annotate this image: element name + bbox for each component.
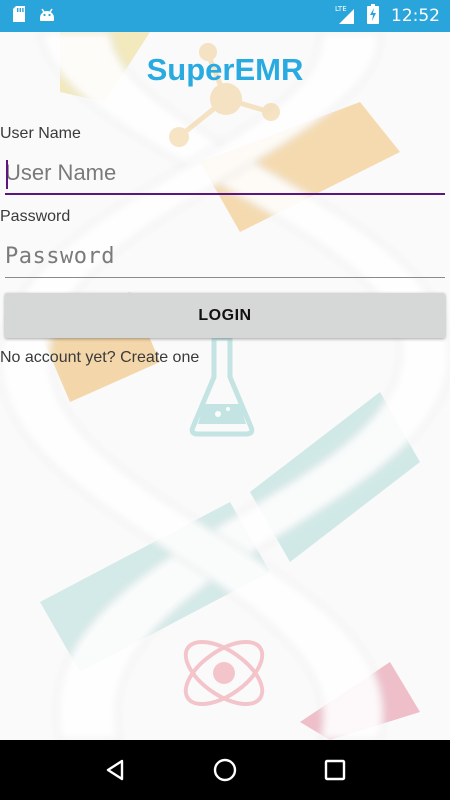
status-system: LTE 12:52	[335, 3, 440, 29]
create-account-link[interactable]: No account yet? Create one	[0, 349, 199, 367]
android-icon	[38, 6, 56, 27]
battery-charging-icon	[367, 3, 379, 29]
status-notifications	[12, 5, 56, 28]
home-icon	[213, 758, 237, 782]
username-input[interactable]	[5, 155, 445, 195]
back-icon	[106, 759, 124, 781]
recents-button[interactable]	[310, 745, 360, 795]
sd-card-icon	[12, 5, 26, 28]
status-bar: LTE 12:52	[0, 0, 450, 32]
svg-text:LTE: LTE	[335, 5, 347, 13]
app-title: SuperEMR	[146, 52, 304, 87]
status-time: 12:52	[391, 6, 440, 26]
login-button[interactable]: LOGIN	[5, 293, 445, 338]
home-button[interactable]	[200, 745, 250, 795]
signal-icon: LTE	[335, 4, 355, 29]
flask-icon	[189, 332, 255, 437]
password-input[interactable]	[5, 238, 445, 278]
back-button[interactable]	[90, 745, 140, 795]
navigation-bar	[0, 740, 450, 800]
atom-icon	[183, 639, 265, 707]
recents-icon	[324, 759, 346, 781]
text-cursor	[6, 160, 8, 189]
username-label: User Name	[0, 125, 81, 142]
password-label: Password	[0, 208, 71, 225]
